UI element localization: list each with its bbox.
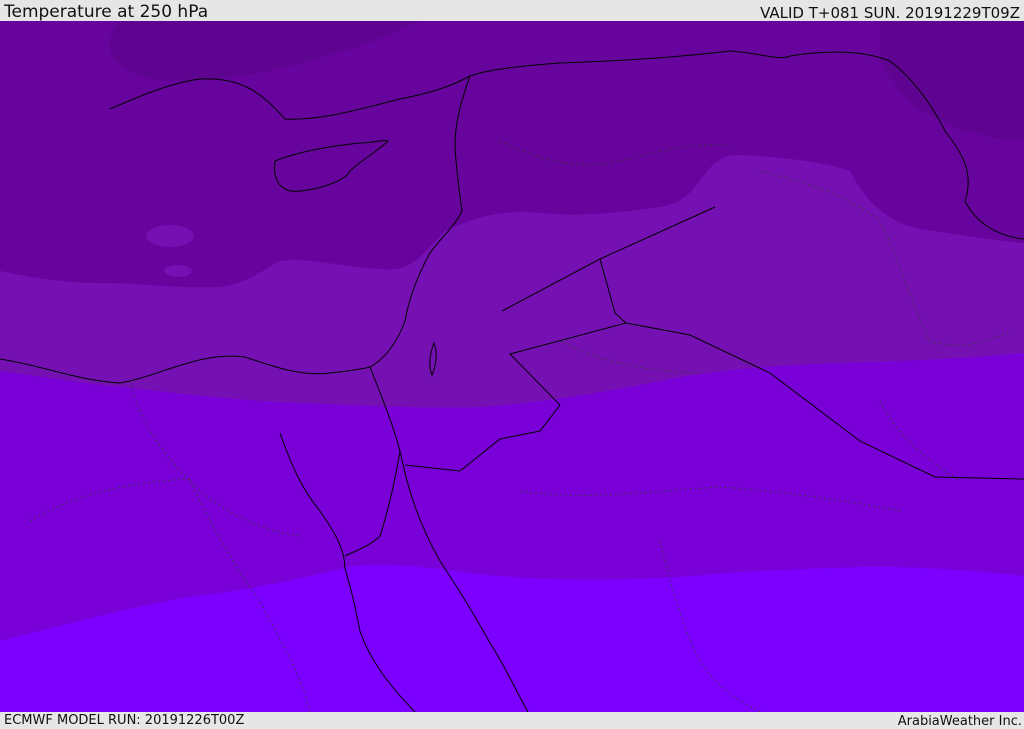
cold-pocket-sea-2 (164, 265, 192, 277)
credit: ArabiaWeather Inc. (897, 714, 1022, 729)
model-run: ECMWF MODEL RUN: 20191226T00Z (4, 713, 245, 728)
footer-bar: ECMWF MODEL RUN: 20191226T00Z ArabiaWeat… (0, 712, 1024, 729)
cold-pocket-sea (146, 225, 194, 247)
map-title: Temperature at 250 hPa (4, 2, 209, 22)
temperature-map[interactable] (0, 21, 1024, 712)
valid-time: VALID T+081 SUN. 20191229T09Z (760, 4, 1020, 22)
header-bar: Temperature at 250 hPa VALID T+081 SUN. … (0, 0, 1024, 21)
